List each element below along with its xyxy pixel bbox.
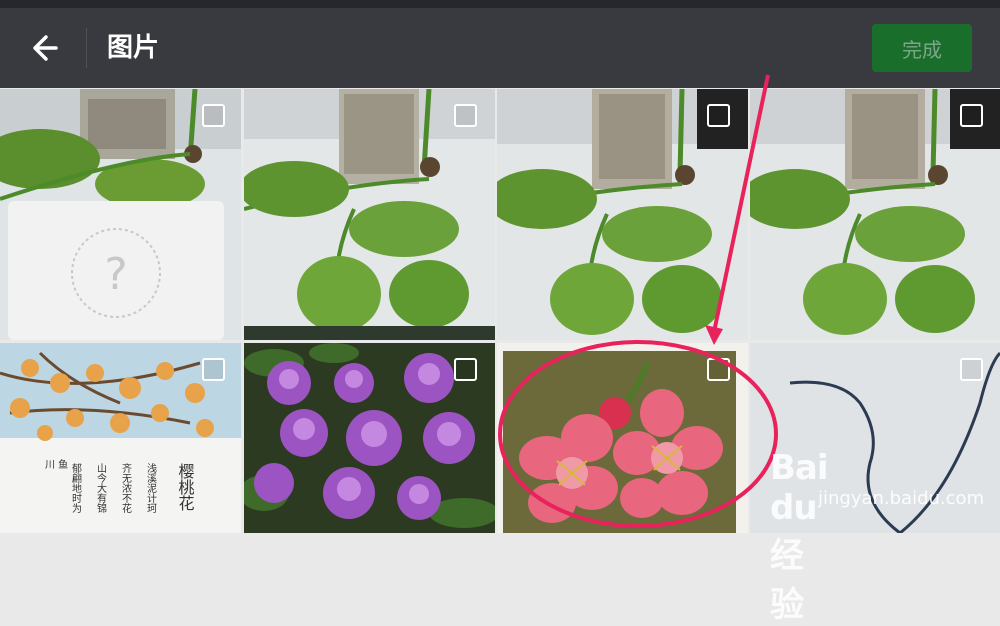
watermark-logo: Bai du 经验 bbox=[770, 448, 829, 625]
back-arrow-icon bbox=[33, 35, 58, 61]
photo-item[interactable]: 川 鱼 郁翩地时为 山今大有锦 齐无浓不花 浅溪泥计珂 樱桃花 bbox=[0, 343, 241, 533]
back-button[interactable] bbox=[26, 28, 66, 68]
page-title: 图片 bbox=[107, 33, 160, 63]
photo-item[interactable] bbox=[750, 89, 1000, 340]
svg-text:浅溪泥计珂: 浅溪泥计珂 bbox=[145, 462, 157, 514]
select-checkbox[interactable] bbox=[202, 358, 225, 381]
top-bar: 图片 完成 bbox=[0, 8, 1000, 88]
select-checkbox[interactable] bbox=[454, 104, 477, 127]
svg-text:川 鱼: 川 鱼 bbox=[45, 458, 68, 471]
watermark-url: jingyan.baidu.com bbox=[818, 488, 985, 509]
select-checkbox[interactable] bbox=[960, 358, 983, 381]
select-checkbox[interactable] bbox=[454, 358, 477, 381]
photo-item[interactable] bbox=[497, 343, 748, 533]
svg-text:?: ? bbox=[104, 249, 127, 300]
done-button[interactable]: 完成 bbox=[872, 24, 972, 72]
svg-text:山今大有锦: 山今大有锦 bbox=[95, 463, 107, 513]
header-divider bbox=[86, 28, 87, 68]
photo-item[interactable]: ? bbox=[0, 89, 241, 340]
photo-item[interactable] bbox=[497, 89, 748, 340]
svg-text:郁翩地时为: 郁翩地时为 bbox=[70, 462, 82, 514]
status-bar bbox=[0, 0, 1000, 8]
photo-item[interactable] bbox=[244, 343, 495, 533]
select-checkbox[interactable] bbox=[960, 104, 983, 127]
poem-title: 樱桃花 bbox=[176, 463, 195, 511]
photo-grid: ? 川 鱼 郁翩地时为 山今大有锦 齐无浓不花 浅溪泥计珂 樱桃花 bbox=[0, 89, 1000, 533]
select-checkbox[interactable] bbox=[707, 358, 730, 381]
photo-item[interactable] bbox=[244, 89, 495, 340]
select-checkbox[interactable] bbox=[202, 104, 225, 127]
svg-text:齐无浓不花: 齐无浓不花 bbox=[120, 462, 132, 513]
select-checkbox[interactable] bbox=[707, 104, 730, 127]
